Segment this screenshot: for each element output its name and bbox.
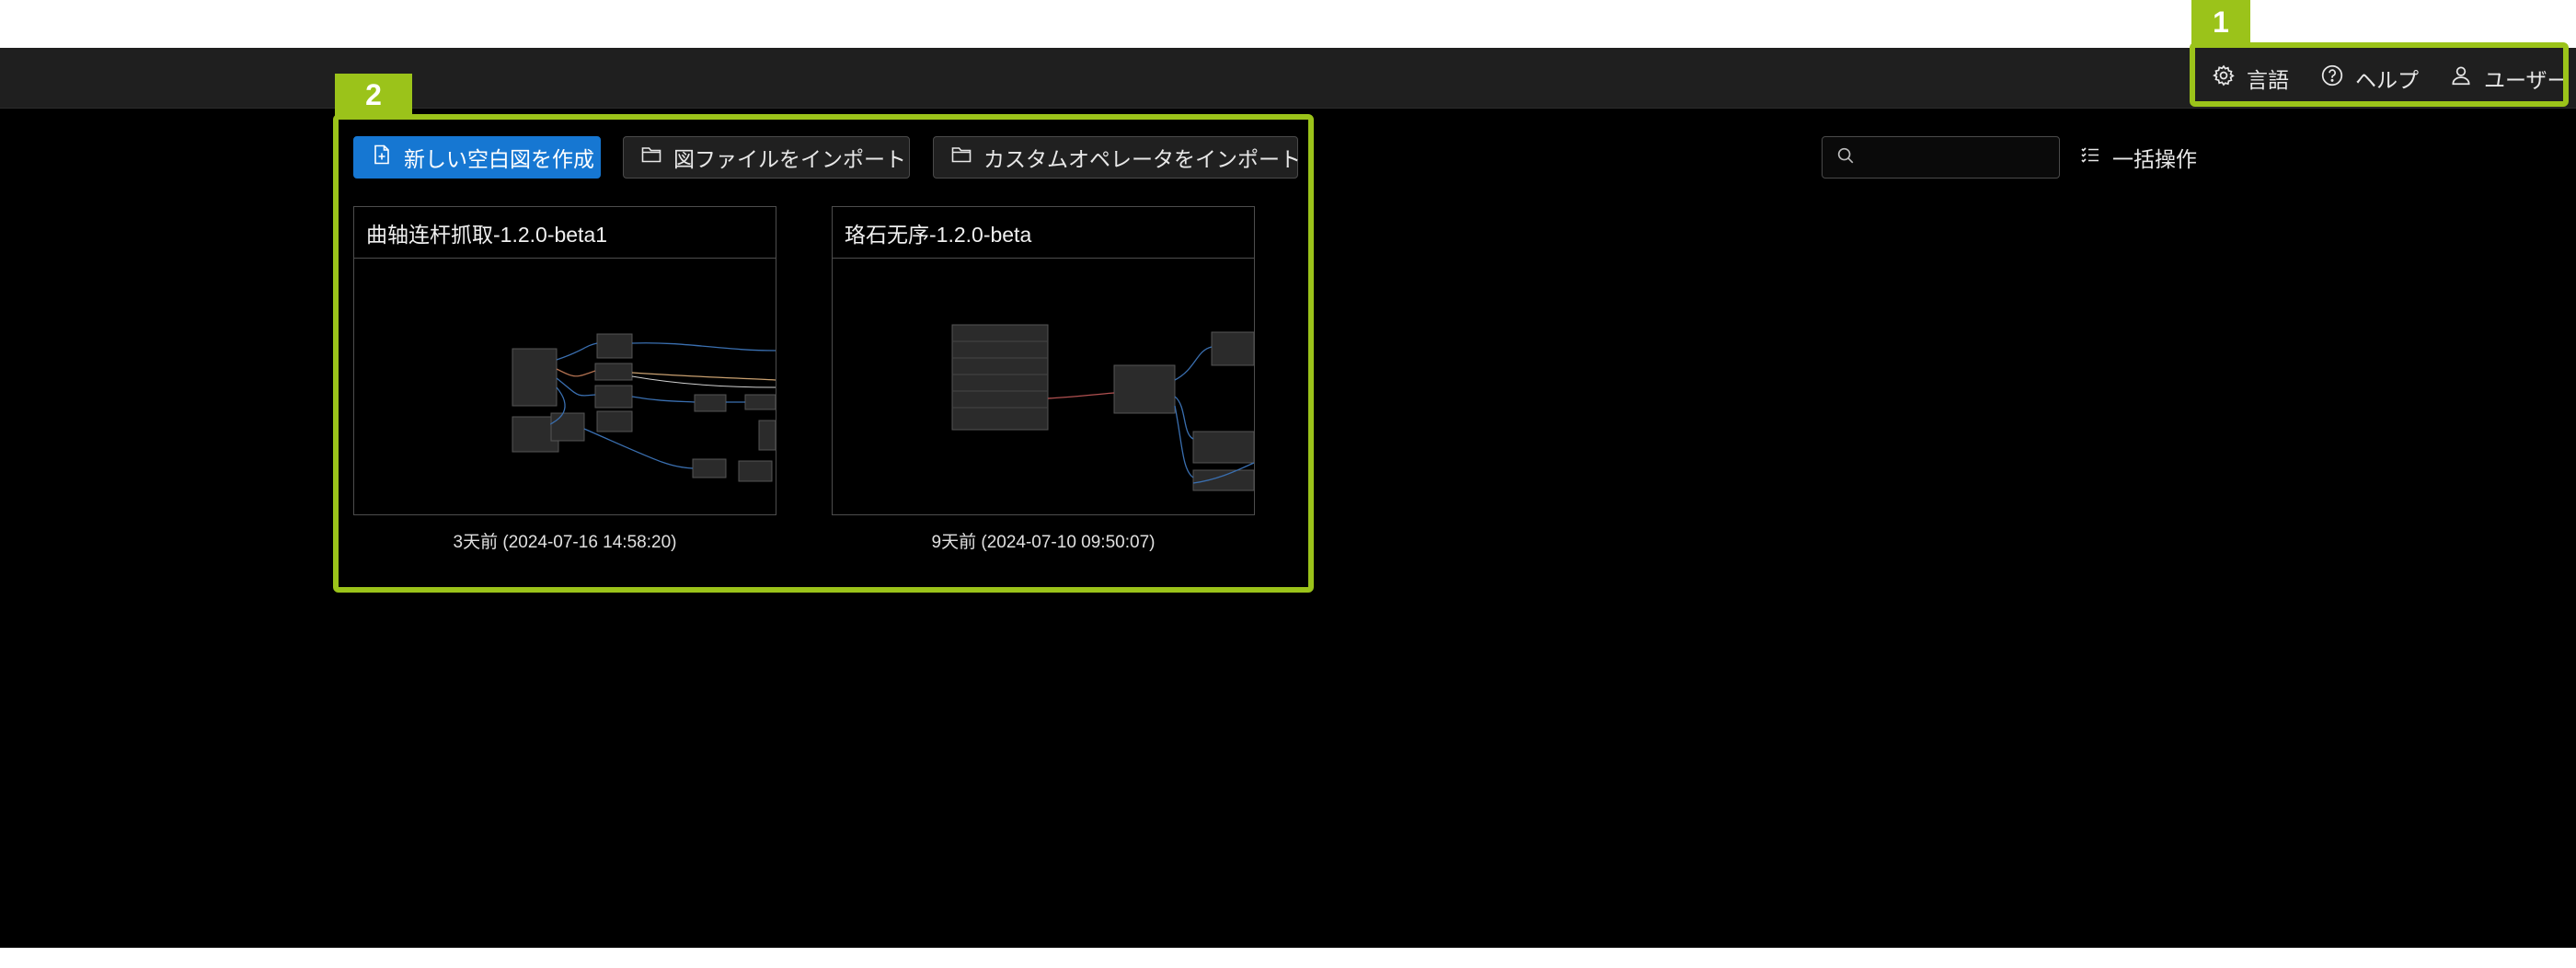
list-check-icon <box>2079 144 2101 171</box>
search-icon <box>1835 145 1856 170</box>
annotation-number-2: 2 <box>335 74 412 116</box>
annotation-box-1 <box>2190 42 2569 107</box>
annotation-number-1: 1 <box>2191 0 2250 44</box>
bulk-action-label: 一括操作 <box>2112 147 2197 171</box>
search-input[interactable] <box>1865 144 2043 170</box>
search-box[interactable] <box>1822 136 2060 179</box>
bulk-action-button[interactable]: 一括操作 <box>2079 136 2197 179</box>
annotation-box-2 <box>333 114 1314 593</box>
